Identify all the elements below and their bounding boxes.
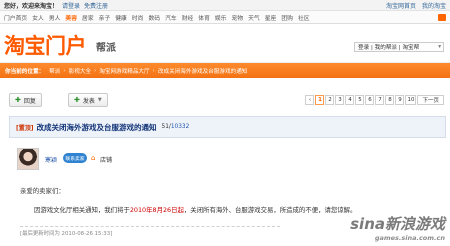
thread-toolbar: ✚ 回复 ✚ 发表 ▼ ‹ 1 2 3 4 5 6 7 8 9 10 下一页 xyxy=(0,84,450,112)
breadcrumb-arrow-icon: › xyxy=(94,67,97,74)
breadcrumb: 你当前的位置： 帮派 › 影视大全 › 淘宝网游戏精品大厅 › 改成关闭海外游戏… xyxy=(0,63,450,78)
sina-games-watermark: sina新浪游戏 games.sina.com.cn xyxy=(350,213,445,242)
page-link[interactable]: 7 xyxy=(375,95,385,105)
page-link[interactable]: 10 xyxy=(405,95,417,105)
taobao-home-link[interactable]: 淘宝网首页 xyxy=(386,1,416,10)
post-icon: ✚ xyxy=(74,96,80,104)
store-link[interactable]: 店铺 xyxy=(100,155,112,164)
brand-header: 淘宝门户 帮派 登录 | 我的帮派 | 淘宝帮 ▾ xyxy=(0,25,450,63)
nav-item-men[interactable]: 男人 xyxy=(49,13,61,22)
reply-count: 51/ xyxy=(161,124,171,130)
thread-title-bar: [置顶] 改成关闭海外游戏及台服游戏的通知 51/10332 xyxy=(9,116,446,138)
post-body: 亲爱的卖家们： 因游戏文化厅相关通知，我们将于2010年8月26日起，关闭所有海… xyxy=(20,186,440,214)
chevron-down-icon: ▼ xyxy=(97,97,102,103)
store-icon[interactable]: ⌂ xyxy=(91,154,95,162)
register-link[interactable]: 免费注册 xyxy=(84,1,108,10)
page-link[interactable]: 6 xyxy=(365,95,375,105)
post-text-before: 因游戏文化厅相关通知，我们将于 xyxy=(34,206,130,214)
page-link[interactable]: 1 xyxy=(315,95,325,105)
contact-seller-badge[interactable]: 联系卖家 xyxy=(63,153,87,163)
page-link[interactable]: 8 xyxy=(385,95,395,105)
login-link[interactable]: 请登录 xyxy=(62,1,80,10)
taobao-portal-logo[interactable]: 淘宝门户 xyxy=(4,30,87,60)
chevron-down-icon: ▾ xyxy=(438,44,441,50)
breadcrumb-item[interactable]: 影视大全 xyxy=(69,67,91,75)
reply-button-label: 回复 xyxy=(23,97,36,105)
nav-item-beauty[interactable]: 美容 xyxy=(65,13,77,22)
post-date-highlight: 2010年8月26日起 xyxy=(129,206,184,214)
nav-item-parenting[interactable]: 亲子 xyxy=(99,13,111,22)
nav-item-pets[interactable]: 宠物 xyxy=(232,13,244,22)
nav-item-auto[interactable]: 汽车 xyxy=(165,13,177,22)
nav-item-finance[interactable]: 财经 xyxy=(182,13,194,22)
login-dropdown-label: 登录 | 我的帮派 | 淘宝帮 xyxy=(358,45,420,51)
avatar[interactable] xyxy=(17,148,39,170)
reply-button[interactable]: ✚ 回复 xyxy=(9,93,42,107)
thread-stats: 51/10332 xyxy=(162,124,190,130)
nav-item-entertainment[interactable]: 娱乐 xyxy=(215,13,227,22)
page-link[interactable]: 3 xyxy=(335,95,345,105)
breadcrumb-item[interactable]: 帮派 xyxy=(49,67,60,75)
nav-item-weather[interactable]: 天气 xyxy=(248,13,260,22)
pagination: ‹ 1 2 3 4 5 6 7 8 9 10 下一页 xyxy=(305,95,444,105)
view-count: 10332 xyxy=(170,124,190,130)
nav-item-group-buy[interactable]: 团购 xyxy=(281,13,293,22)
breadcrumb-item: 改成关闭海外游戏及台服游戏的通知 xyxy=(157,68,248,75)
page-link[interactable]: 2 xyxy=(325,95,335,105)
welcome-text: 您好，欢迎来淘宝！ xyxy=(4,2,59,10)
top-right-links: 淘宝网首页 我的淘宝 xyxy=(386,1,446,10)
nav-item-sports[interactable]: 体育 xyxy=(198,13,210,22)
bangpai-subtitle: 帮派 xyxy=(96,43,116,54)
nav-item-community[interactable]: 社区 xyxy=(298,13,310,22)
my-taobao-link[interactable]: 我的淘宝 xyxy=(422,1,446,10)
nav-item-women[interactable]: 女人 xyxy=(32,13,44,22)
post-author-row: 寒颖 联系卖家 ⌂ 店铺 xyxy=(9,145,446,173)
page-link[interactable]: 9 xyxy=(395,95,405,105)
watermark-brand: sina新浪游戏 xyxy=(350,215,445,233)
top-welcome-bar: 您好，欢迎来淘宝！ 请登录 免费注册 淘宝网首页 我的淘宝 xyxy=(0,0,450,11)
category-nav: 门户首页 女人 男人 美容 居家 亲子 健康 时尚 数码 汽车 财经 体育 娱乐… xyxy=(0,11,450,24)
prev-page-icon[interactable]: ‹ xyxy=(305,95,315,105)
watermark-site: games.sina.com.cn xyxy=(374,234,445,242)
author-name[interactable]: 寒颖 xyxy=(45,155,57,164)
nav-item-astrology[interactable]: 星座 xyxy=(265,13,277,22)
breadcrumb-arrow-icon: › xyxy=(63,67,66,74)
breadcrumb-item[interactable]: 淘宝网游戏精品大厅 xyxy=(99,67,149,75)
post-text-after: ，关闭所有海外、台服游戏交易，所造成的不便，请您谅解。 xyxy=(183,206,357,214)
page-link[interactable]: 4 xyxy=(345,95,355,105)
post-greeting: 亲爱的卖家们： xyxy=(20,187,65,195)
login-dropdown[interactable]: 登录 | 我的帮派 | 淘宝帮 ▾ xyxy=(354,42,444,52)
nav-item-digital[interactable]: 数码 xyxy=(148,13,160,22)
nav-item-home[interactable]: 门户首页 xyxy=(4,13,27,22)
page-link[interactable]: 5 xyxy=(355,95,365,105)
post-button[interactable]: ✚ 发表 ▼ xyxy=(68,93,108,107)
next-page-button[interactable]: 下一页 xyxy=(417,95,444,105)
last-edit-note: [最后更新时间为 2010-08-26 15:33] xyxy=(20,226,280,237)
nav-item-health[interactable]: 健康 xyxy=(115,13,127,22)
breadcrumb-arrow-icon: › xyxy=(152,67,155,74)
thread-title: 改成关闭海外游戏及台服游戏的通知 xyxy=(36,122,157,132)
pinned-tag: [置顶] xyxy=(16,124,34,132)
nav-item-home-living[interactable]: 居家 xyxy=(82,13,94,22)
nav-item-fashion[interactable]: 时尚 xyxy=(132,13,144,22)
breadcrumb-head: 你当前的位置： xyxy=(5,68,45,75)
reply-icon: ✚ xyxy=(15,96,21,104)
nav-more-icon[interactable] xyxy=(438,13,446,21)
post-button-label: 发表 xyxy=(82,97,95,105)
